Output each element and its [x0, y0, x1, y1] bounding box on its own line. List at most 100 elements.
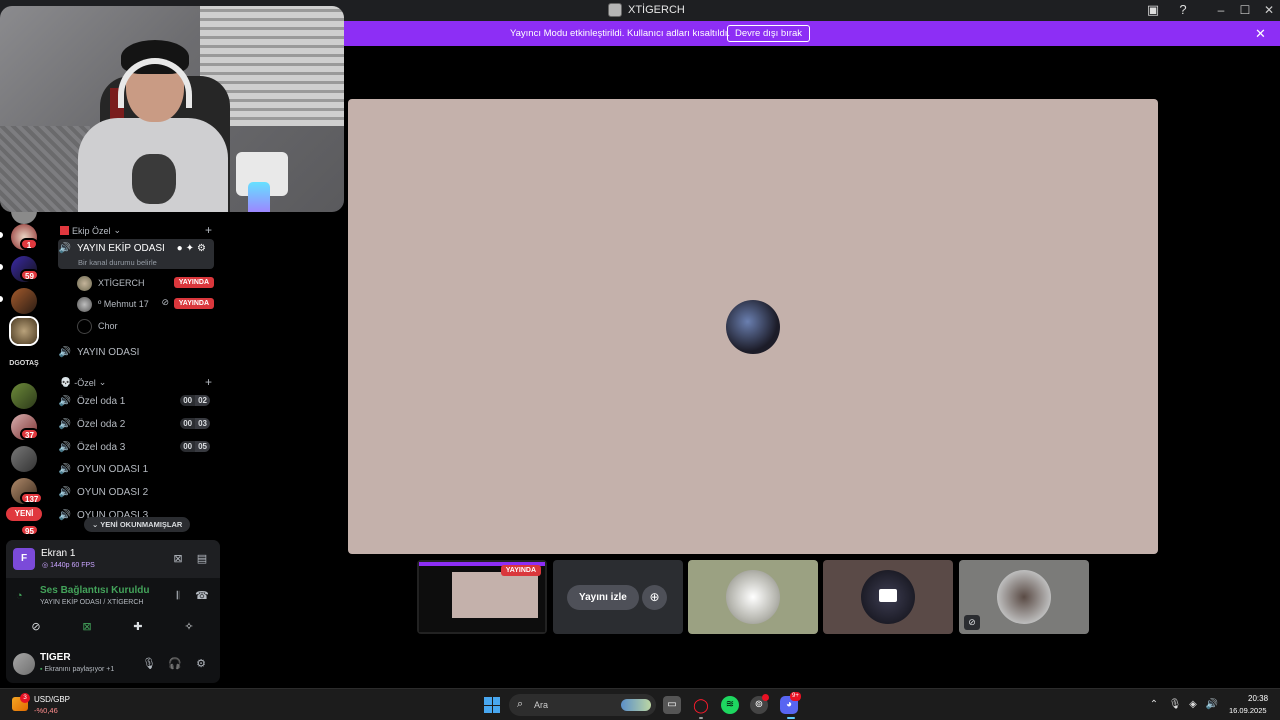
chevron-down-icon: ⌄ — [98, 377, 107, 387]
screen-icon: ▪ — [40, 666, 43, 673]
signal-icon[interactable]: ◔ — [16, 590, 23, 602]
share-avatar: F — [13, 548, 35, 570]
taskbar-search[interactable]: ⌕ Ara — [509, 694, 656, 716]
speaker-icon: 🔊 — [58, 346, 72, 358]
new-unreads-pill[interactable]: ⌄ YENİ OKUNMAMIŞLAR — [84, 517, 191, 532]
participant-tile[interactable] — [688, 560, 818, 634]
server-label[interactable]: DGOTAŞ — [6, 360, 42, 367]
widget-badge: 3 — [20, 693, 30, 703]
mention-badge: 95 — [20, 524, 39, 536]
voice-channel-path: YAYIN EKİP ODASI / XTİGERCH — [40, 599, 144, 606]
activity-gamepad-icon[interactable]: ✚ — [123, 618, 153, 636]
new-servers-pill[interactable]: YENİ — [6, 507, 42, 521]
category-ekip-ozel[interactable]: Ekip Özel ⌄ — [60, 225, 121, 236]
channel-actions-icons[interactable]: ●✦⚙ — [177, 243, 209, 254]
gear-icon[interactable]: ⚙ — [193, 656, 209, 672]
spotify-icon[interactable]: ≋ — [721, 696, 739, 714]
mention-badge: 59 — [20, 269, 39, 281]
voice-member[interactable]: XTİGERCH YAYINDA — [77, 274, 217, 292]
avatar[interactable] — [13, 653, 35, 675]
file-explorer-icon[interactable]: ▭ — [663, 696, 681, 714]
clock-time[interactable]: 20:38 — [1248, 694, 1268, 703]
participant-tile[interactable]: ⊘ — [959, 560, 1089, 634]
voice-member[interactable]: º Mehmut 17 ⊘ YAYINDA — [77, 295, 217, 313]
share-settings-icon[interactable]: ▤ — [194, 551, 210, 567]
noise-suppression-icon[interactable]: 𝄃 — [170, 588, 186, 604]
channel-ozel-oda-3[interactable]: 🔊 Özel oda 3 00 05 — [58, 436, 214, 458]
app-running-indicator — [699, 717, 703, 719]
channel-name: YAYIN ODASI — [77, 346, 140, 358]
user-status: ▪ Ekranını paylaşıyor +1 — [40, 666, 114, 673]
channel-ozel-oda-1[interactable]: 🔊 Özel oda 1 00 02 — [58, 390, 214, 412]
voice-member[interactable]: Chor — [77, 317, 217, 335]
clock-date[interactable]: 16.09.2025 — [1229, 706, 1267, 715]
maximize-button[interactable]: ☐ — [1233, 2, 1257, 18]
server-icon-selected[interactable] — [11, 318, 37, 344]
current-count: 00 — [180, 395, 196, 406]
chevron-down-icon: ⌄ — [113, 225, 122, 235]
max-count: 02 — [195, 395, 210, 406]
live-badge: YAYINDA — [173, 277, 214, 288]
microphone-icon[interactable]: 🎙 — [141, 656, 157, 672]
disconnect-icon[interactable]: ☎ — [194, 588, 210, 604]
live-badge: YAYINDA — [500, 565, 541, 576]
close-window-button[interactable]: ✕ — [1257, 2, 1280, 18]
widget-title[interactable]: USD/GBP — [34, 695, 70, 704]
username[interactable]: TIGER — [40, 652, 71, 663]
create-channel-icon[interactable]: + — [205, 375, 212, 389]
speaker-icon: 🔊 — [58, 395, 72, 407]
rgb-lamp — [248, 182, 270, 212]
watch-stream-button[interactable]: Yayını izle — [567, 585, 639, 610]
disable-streamer-mode-button[interactable]: Devre dışı bırak — [727, 25, 811, 42]
speaker-icon: 🔊 — [58, 243, 72, 254]
channel-oyun-odasi-1[interactable]: 🔊 OYUN ODASI 1 — [58, 458, 214, 480]
speaker-icon: 🔊 — [58, 509, 72, 521]
channel-yayin-odasi[interactable]: 🔊 YAYIN ODASI — [58, 341, 214, 363]
soundboard-icon[interactable]: ✧ — [174, 618, 204, 636]
live-badge: YAYINDA — [173, 298, 214, 309]
title-group: XTİGERCH — [608, 3, 685, 17]
webcam-overlay — [0, 6, 344, 212]
show-hidden-icons-chevron-icon[interactable]: ⌃ — [1147, 698, 1161, 712]
windows-taskbar: 3 USD/GBP -%0,46 ⌕ Ara ▭ ◯ ≋ ⊚ ◕ 9+ ⌃ 🎙 … — [0, 688, 1280, 720]
popout-stream-icon[interactable]: ⊕ — [642, 585, 667, 610]
stop-share-icon[interactable]: ⊠ — [170, 551, 186, 567]
network-icon[interactable]: ◈ — [1186, 698, 1200, 712]
minimize-button[interactable]: – — [1209, 2, 1233, 18]
opera-icon[interactable]: ◯ — [692, 696, 710, 714]
server-icon[interactable] — [11, 383, 37, 409]
microphone-tray-icon[interactable]: 🎙 — [1168, 698, 1182, 712]
help-icon[interactable]: ? — [1175, 2, 1191, 18]
channel-name: Özel oda 2 — [77, 418, 126, 430]
headphones-icon[interactable]: 🎧 — [167, 656, 183, 672]
search-icon: ⌕ — [517, 698, 524, 710]
discord-badge: 9+ — [790, 692, 801, 701]
stream-preview-tile[interactable]: YAYINDA — [417, 560, 547, 634]
channel-ozel-oda-2[interactable]: 🔊 Özel oda 2 00 03 — [58, 413, 214, 435]
speaker-avatar — [726, 300, 780, 354]
user-limit-counter: 00 05 — [180, 441, 210, 452]
camera-icon — [879, 589, 897, 602]
close-banner-icon[interactable]: ✕ — [1255, 26, 1266, 42]
user-status-label: Ekranını paylaşıyor +1 — [44, 666, 115, 673]
channel-oyun-odasi-2[interactable]: 🔊 OYUN ODASI 2 — [58, 481, 214, 503]
muted-mic-icon: ⊘ — [161, 297, 169, 307]
server-icon[interactable] — [11, 446, 37, 472]
voice-status[interactable]: Ses Bağlantısı Kuruldu — [40, 585, 149, 596]
banner-text: Yayıncı Modu etkinleştirildi. Kullanıcı … — [510, 28, 731, 39]
current-count: 00 — [180, 441, 196, 452]
camera-off-icon[interactable]: ⊘ — [21, 618, 51, 636]
main-stage-tile[interactable] — [348, 99, 1158, 554]
screen-share-status-icon[interactable]: ▣ — [1145, 2, 1161, 18]
category-ozel[interactable]: 💀 -Özel ⌄ — [60, 377, 106, 388]
share-quality: ◎ 1440p 60 FPS — [42, 562, 95, 569]
screen-share-icon[interactable]: ⊠ — [72, 618, 102, 636]
create-channel-icon[interactable]: + — [205, 223, 212, 237]
category-label: Ekip Özel — [72, 225, 111, 236]
volume-icon[interactable]: 🔊 — [1205, 698, 1219, 712]
start-button[interactable] — [484, 697, 500, 713]
channel-status-hint[interactable]: Bir kanal durumu belirle — [78, 258, 157, 267]
server-icon[interactable] — [11, 288, 37, 314]
participant-tile[interactable] — [823, 560, 953, 634]
watch-stream-tile[interactable]: Yayını izle ⊕ — [553, 560, 683, 634]
